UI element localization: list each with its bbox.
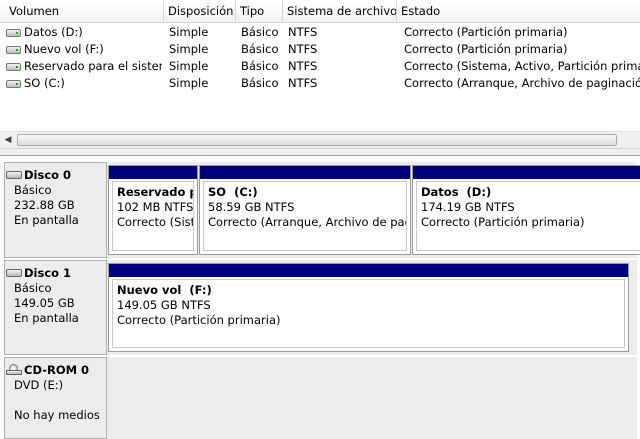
disk-title: CD-ROM 0 — [6, 363, 106, 378]
disk-size: 232.88 GB — [14, 198, 75, 212]
partition-status: Correcto (Arranque, Archivo de paginació… — [208, 215, 406, 229]
partition-details: Reservado para el sistema 102 MB NTFS Co… — [112, 181, 194, 251]
disk-type: Básico — [14, 281, 52, 295]
volume-name: Nuevo vol (F:) — [24, 42, 104, 56]
volume-layout: Simple — [169, 25, 209, 39]
disk-name: CD-ROM 0 — [24, 363, 90, 377]
column-header-filesystem[interactable]: Sistema de archivos — [283, 0, 397, 23]
cd-rom-0-label[interactable]: CD-ROM 0 DVD (E:) No hay medios — [4, 357, 107, 439]
volume-list-horizontal-scrollbar[interactable]: ◀ — [0, 131, 640, 148]
volume-row[interactable]: Reservado para el sistema Simple Básico … — [0, 58, 640, 75]
disk-state: En pantalla — [14, 311, 79, 325]
primary-partition-bar — [200, 166, 410, 179]
volume-row[interactable]: SO (C:) Simple Básico NTFS Correcto (Arr… — [0, 75, 640, 92]
volume-status: Correcto (Partición primaria) — [404, 42, 568, 56]
volume-list-header: Volumen Disposición Tipo Sistema de arch… — [0, 0, 640, 23]
drive-volume-icon — [6, 80, 21, 88]
disk-1-label[interactable]: Disco 1 Básico 149.05 GB En pantalla — [4, 260, 107, 355]
disk-1-partitions: Nuevo vol (F:) 149.05 GB NTFS Correcto (… — [107, 260, 637, 355]
volume-list: Volumen Disposición Tipo Sistema de arch… — [0, 0, 640, 131]
pane-splitter[interactable] — [0, 148, 640, 156]
disk-0-label[interactable]: Disco 0 Básico 232.88 GB En pantalla — [4, 162, 107, 258]
volume-filesystem: NTFS — [288, 59, 318, 73]
disk-name: Disco 1 — [24, 266, 72, 280]
volume-name: SO (C:) — [24, 76, 65, 90]
cd-rom-0-media-area — [107, 357, 637, 439]
scroll-left-arrow-icon[interactable]: ◀ — [3, 135, 13, 145]
disk-state: En pantalla — [14, 213, 79, 227]
partition-status: Correcto (Sistema, Activo, Partición pri… — [117, 215, 193, 229]
volume-row[interactable]: Datos (D:) Simple Básico NTFS Correcto (… — [0, 24, 640, 41]
partition-size: 174.19 GB NTFS — [421, 200, 515, 214]
volume-filesystem: NTFS — [288, 76, 318, 90]
disk-name: Disco 0 — [24, 168, 72, 182]
volume-row[interactable]: Nuevo vol (F:) Simple Básico NTFS Correc… — [0, 41, 640, 58]
partition-status: Correcto (Partición primaria) — [421, 215, 585, 229]
partition-nuevo-vol-f[interactable]: Nuevo vol (F:) 149.05 GB NTFS Correcto (… — [108, 263, 629, 352]
volume-name: Datos (D:) — [24, 25, 83, 39]
disk-type: DVD (E:) — [14, 378, 64, 392]
volume-layout: Simple — [169, 42, 209, 56]
volume-type: Básico — [241, 42, 279, 56]
volume-type: Básico — [241, 25, 279, 39]
column-header-status[interactable]: Estado — [397, 0, 640, 23]
primary-partition-bar — [109, 166, 197, 179]
volume-filesystem: NTFS — [288, 42, 318, 56]
drive-volume-icon — [6, 63, 21, 71]
hard-disk-icon — [6, 171, 22, 179]
partition-size: 58.59 GB NTFS — [208, 200, 295, 214]
volume-layout: Simple — [169, 59, 209, 73]
disk-graphical-view: Disco 0 Básico 232.88 GB En pantalla Res… — [0, 156, 640, 439]
volume-filesystem: NTFS — [288, 25, 318, 39]
column-header-type[interactable]: Tipo — [236, 0, 283, 23]
disk-size: 149.05 GB — [14, 296, 75, 310]
hard-disk-icon — [6, 269, 22, 277]
partition-so-c[interactable]: SO (C:) 58.59 GB NTFS Correcto (Arranque… — [199, 165, 411, 255]
disk-0-partitions: Reservado para el sistema 102 MB NTFS Co… — [107, 162, 640, 258]
drive-volume-icon — [6, 29, 21, 37]
partition-name: Datos (D:) — [421, 185, 492, 199]
partition-name: Reservado para el sistema — [117, 185, 193, 199]
volume-type: Básico — [241, 76, 279, 90]
partition-details: Nuevo vol (F:) 149.05 GB NTFS Correcto (… — [112, 279, 625, 348]
disk-title: Disco 0 — [6, 168, 106, 183]
drive-volume-icon — [6, 46, 21, 54]
volume-status: Correcto (Arranque, Archivo de paginació… — [404, 76, 640, 90]
disk-state: No hay medios — [14, 408, 100, 422]
volume-status: Correcto (Partición primaria) — [404, 25, 568, 39]
partition-size: 149.05 GB NTFS — [117, 298, 211, 312]
partition-system-reserved[interactable]: Reservado para el sistema 102 MB NTFS Co… — [108, 165, 198, 255]
volume-layout: Simple — [169, 76, 209, 90]
disk-title: Disco 1 — [6, 266, 106, 281]
volume-type: Básico — [241, 59, 279, 73]
volume-status: Correcto (Sistema, Activo, Partición pri… — [404, 59, 640, 73]
cd-rom-icon — [6, 364, 22, 375]
partition-details: SO (C:) 58.59 GB NTFS Correcto (Arranque… — [203, 181, 407, 251]
partition-size: 102 MB NTFS — [117, 200, 194, 214]
column-header-volume[interactable]: Volumen — [0, 0, 164, 23]
partition-datos-d[interactable]: Datos (D:) 174.19 GB NTFS Correcto (Part… — [412, 165, 640, 255]
partition-details: Datos (D:) 174.19 GB NTFS Correcto (Part… — [416, 181, 640, 251]
volume-name: Reservado para el sistema — [24, 59, 162, 73]
primary-partition-bar — [413, 166, 640, 179]
scrollbar-thumb[interactable] — [17, 134, 617, 146]
partition-name: Nuevo vol (F:) — [117, 283, 212, 297]
primary-partition-bar — [109, 264, 628, 277]
partition-status: Correcto (Partición primaria) — [117, 313, 281, 327]
partition-name: SO (C:) — [208, 185, 258, 199]
column-header-layout[interactable]: Disposición — [164, 0, 236, 23]
disk-type: Básico — [14, 183, 52, 197]
